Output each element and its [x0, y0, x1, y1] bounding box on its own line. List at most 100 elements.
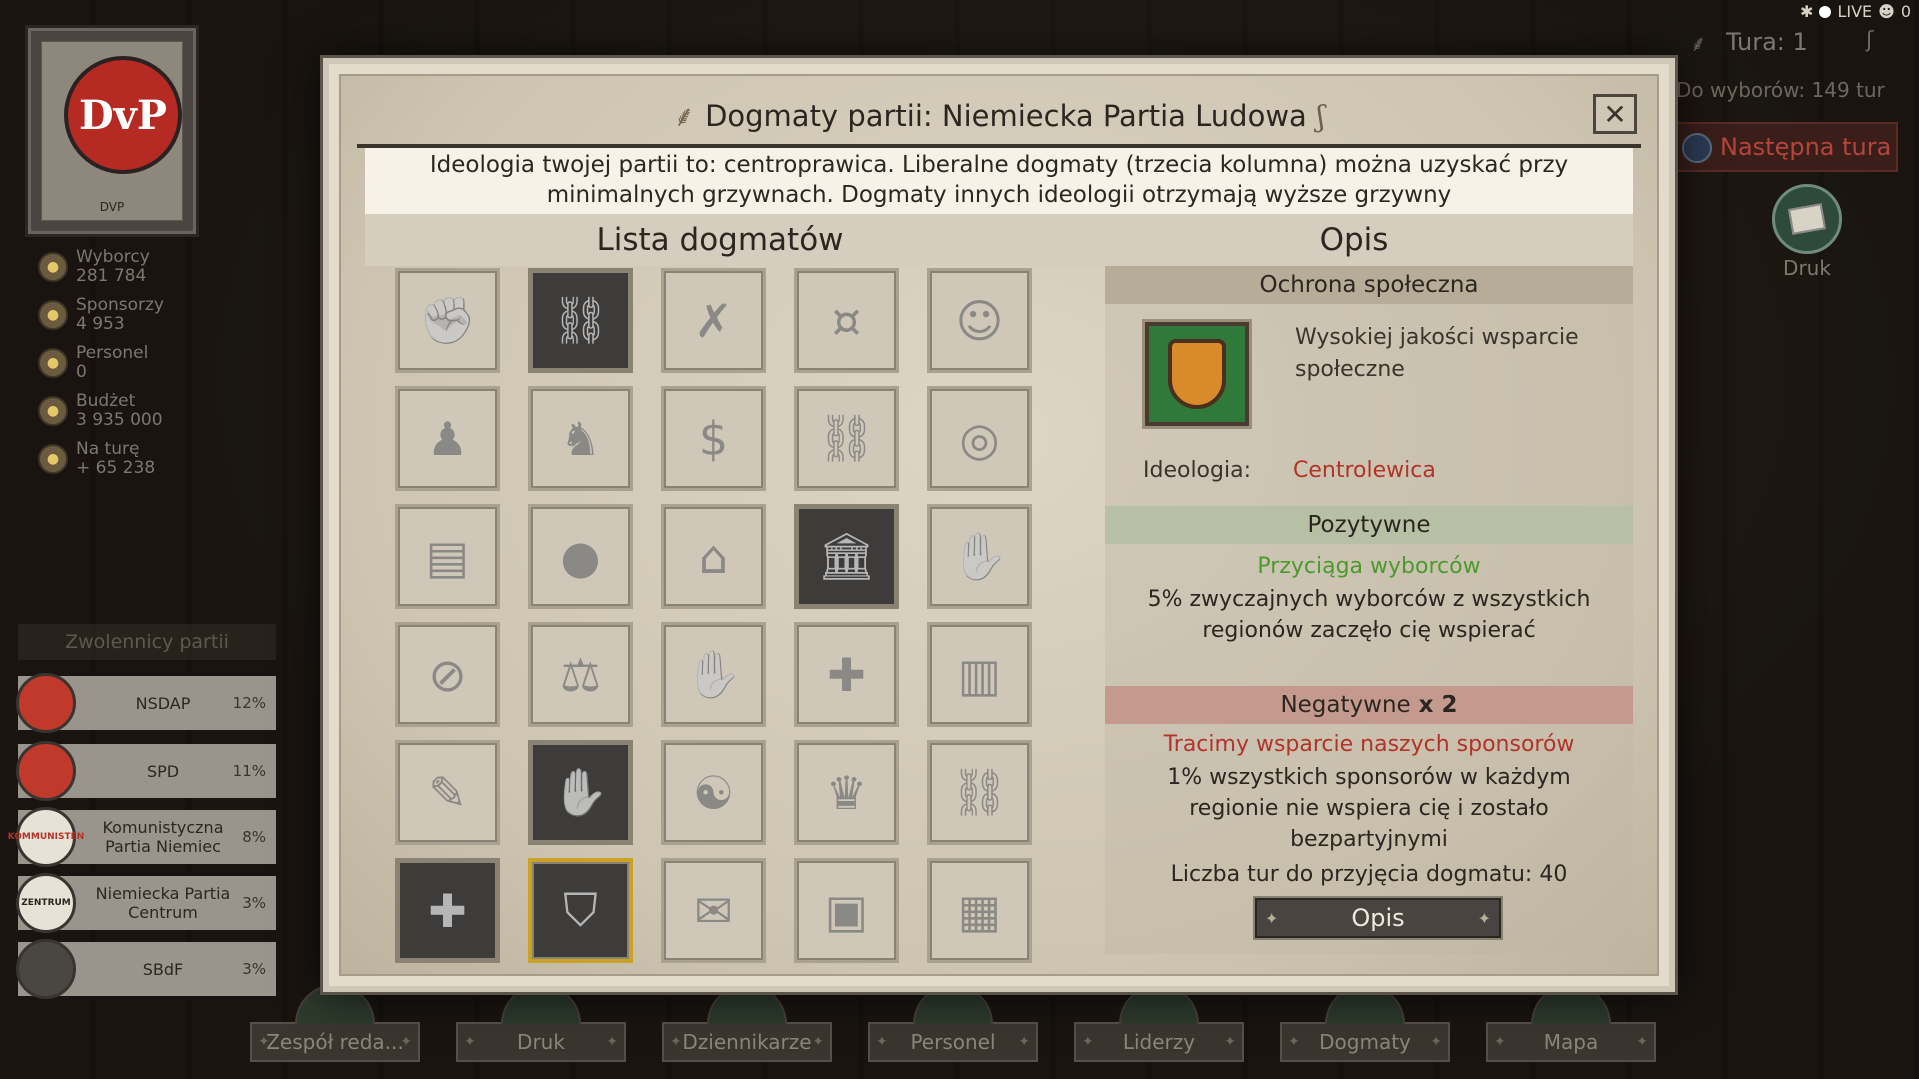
- top-hat-man-icon: ♛: [825, 765, 868, 820]
- dogma-tile[interactable]: ✋: [927, 504, 1032, 609]
- party-row-kpd[interactable]: KOMMUNISTEN Komunistyczna Partia Niemiec…: [8, 807, 276, 867]
- dogma-tile[interactable]: ▦: [927, 858, 1032, 963]
- dogma-tile[interactable]: ◎: [927, 386, 1032, 491]
- party-name: SPD: [146, 761, 180, 781]
- stat-personnel: ● Personel 0: [38, 344, 218, 392]
- live-dot-icon: [1819, 5, 1832, 18]
- dogma-image: [1145, 322, 1249, 426]
- dogma-tile[interactable]: ✚: [794, 622, 899, 727]
- turn-label: Tura: 1: [1726, 28, 1808, 56]
- party-pct: 3%: [242, 960, 266, 978]
- stat-value: 281 784: [76, 266, 147, 286]
- pin-icon: ✦: [1018, 1034, 1030, 1050]
- shield-icon: [1168, 339, 1226, 409]
- nav-map[interactable]: ✦ Mapa ✦: [1486, 984, 1656, 1062]
- dogma-tile[interactable]: ♛: [794, 740, 899, 845]
- nav-team[interactable]: ✦ Zespół reda... ✦: [250, 984, 420, 1062]
- opis-button[interactable]: ✦ Opis ✦: [1255, 898, 1501, 938]
- shield-icon: ⛉: [563, 882, 598, 937]
- dogma-tile[interactable]: $: [661, 386, 766, 491]
- dogma-grid: ✊ ⛓ ✗ ¤ ☺ ♟ ♞ $ ⛓ ◎ ▤ ● ⌂ 🏛 ✋ ⊘ ⚖ ✋ ✚ ▥ ✎ ✋ ☯ ♛ ⛓ ✚ ⛉ ✉ ▣ ▦: [395, 268, 1032, 963]
- fence-icon: ▥: [957, 647, 1002, 702]
- dialog-body: ⸙ Dogmaty partii: Niemiecka Partia Ludowa…: [339, 74, 1659, 976]
- capitalists-icon: ♟: [426, 411, 469, 466]
- ideology-value: Centrolewica: [1293, 458, 1436, 483]
- dogma-tile[interactable]: ♞: [528, 386, 633, 491]
- dogma-tile[interactable]: ⌂: [661, 504, 766, 609]
- party-pct: 8%: [242, 828, 266, 846]
- dogma-tile[interactable]: ✋: [661, 622, 766, 727]
- linked-hands-icon: ✋: [551, 765, 610, 819]
- nav-journalists[interactable]: ✦ Dziennikarze ✦: [662, 984, 832, 1062]
- stat-value: + 65 238: [76, 458, 156, 478]
- dogma-name: Ochrona społeczna: [1105, 266, 1633, 304]
- dogma-tile[interactable]: ▤: [395, 504, 500, 609]
- dogma-tile[interactable]: ⊘: [395, 622, 500, 727]
- dogma-tile[interactable]: ⛓: [528, 268, 633, 373]
- nav-dogmas[interactable]: ✦ Dogmaty ✦: [1280, 984, 1450, 1062]
- stat-label: Wyborcy: [76, 247, 150, 267]
- scroll-icon: ✉: [694, 883, 733, 938]
- party-row-sbdf[interactable]: SBdF 3%: [16, 939, 276, 999]
- pin-icon: ✦: [400, 1034, 412, 1050]
- dogma-tile[interactable]: ✋: [528, 740, 633, 845]
- hand-stamp-icon: ✋: [950, 529, 1009, 583]
- ornament-left-icon: ⸙: [673, 99, 696, 133]
- dogma-tile[interactable]: ⛓: [794, 386, 899, 491]
- dogma-tile[interactable]: ▣: [794, 858, 899, 963]
- pin-icon: ✦: [1477, 908, 1491, 928]
- live-indicator: ✱ LIVE ☻ 0: [1800, 2, 1911, 21]
- dogma-tile[interactable]: ✊: [395, 268, 500, 373]
- dogma-tile[interactable]: ●: [528, 504, 633, 609]
- dogma-tile[interactable]: ♟: [395, 386, 500, 491]
- dogma-list-header: Lista dogmatów: [365, 214, 1075, 266]
- party-row-zentrum[interactable]: ZENTRUM Niemiecka Partia Centrum 3%: [16, 873, 276, 933]
- dogma-tile[interactable]: 🏛: [794, 504, 899, 609]
- dogma-tile[interactable]: ☺: [927, 268, 1032, 373]
- party-name: Niemiecka Partia Centrum: [95, 884, 231, 922]
- turns-to-adopt: Liczba tur do przyjęcia dogmatu: 40: [1170, 862, 1568, 887]
- dogma-tile[interactable]: ✚: [395, 858, 500, 963]
- dogma-tile[interactable]: ⛓: [927, 740, 1032, 845]
- close-icon: ✕: [1603, 97, 1627, 131]
- next-turn-button[interactable]: Następna tura: [1672, 122, 1898, 172]
- crossed-out-man-icon: ✗: [694, 293, 733, 348]
- dogma-tile[interactable]: ☯: [661, 740, 766, 845]
- ball-and-chain-icon: ●: [560, 529, 601, 584]
- dogma-tile[interactable]: ⚖: [528, 622, 633, 727]
- close-button[interactable]: ✕: [1593, 94, 1637, 134]
- dogma-tile[interactable]: ▥: [927, 622, 1032, 727]
- stat-budget: ● Budżet 3 935 000: [38, 392, 218, 440]
- dogma-tile[interactable]: ⛉: [528, 858, 633, 963]
- negative-multiplier: x 2: [1418, 692, 1458, 718]
- nav-leaders[interactable]: ✦ Liderzy ✦: [1074, 984, 1244, 1062]
- handshake-icon: ✋: [684, 647, 743, 701]
- religions-icon: ☯: [692, 765, 735, 820]
- medical-cross-hand-icon: ✚: [428, 883, 467, 938]
- nav-print[interactable]: ✦ Druk ✦: [456, 984, 626, 1062]
- pin-icon: ✦: [670, 1034, 682, 1050]
- dogma-tile[interactable]: ✎: [395, 740, 500, 845]
- stat-value: 4 953: [76, 314, 125, 334]
- party-card[interactable]: DvP DVP: [28, 28, 196, 234]
- dogma-tile[interactable]: ✗: [661, 268, 766, 373]
- party-row-nsdap[interactable]: NSDAP 12%: [16, 673, 276, 733]
- positive-effect-title: Przyciąga wyborców: [1257, 554, 1481, 579]
- pin-icon: ✦: [876, 1034, 888, 1050]
- party-row-spd[interactable]: SPD 11%: [16, 741, 276, 801]
- dogma-subtitle: Wysokiej jakości wsparcie społeczne: [1295, 325, 1579, 382]
- stat-value: 3 935 000: [76, 410, 163, 430]
- nav-label: Dziennikarze: [682, 1030, 812, 1054]
- capitalist-handshake-icon: ♞: [559, 411, 602, 466]
- government-building-icon: 🏛: [817, 529, 876, 583]
- positive-effect-text: 5% zwyczajnych wyborców z wszystkich reg…: [1147, 587, 1591, 643]
- dogma-tile[interactable]: ✉: [661, 858, 766, 963]
- bottom-navigation: ✦ Zespół reda... ✦ ✦ Druk ✦ ✦ Dziennikarze ✦ ✦…: [250, 984, 1656, 1062]
- nav-label: Liderzy: [1122, 1030, 1196, 1054]
- stat-label: Na turę: [76, 439, 140, 459]
- nav-personnel[interactable]: ✦ Personel ✦: [868, 984, 1038, 1062]
- stat-voters: ● Wyborcy 281 784: [38, 248, 218, 296]
- broken-chain-icon: ⛓: [551, 293, 610, 347]
- dogma-tile[interactable]: ¤: [794, 268, 899, 373]
- print-button[interactable]: [1772, 184, 1842, 254]
